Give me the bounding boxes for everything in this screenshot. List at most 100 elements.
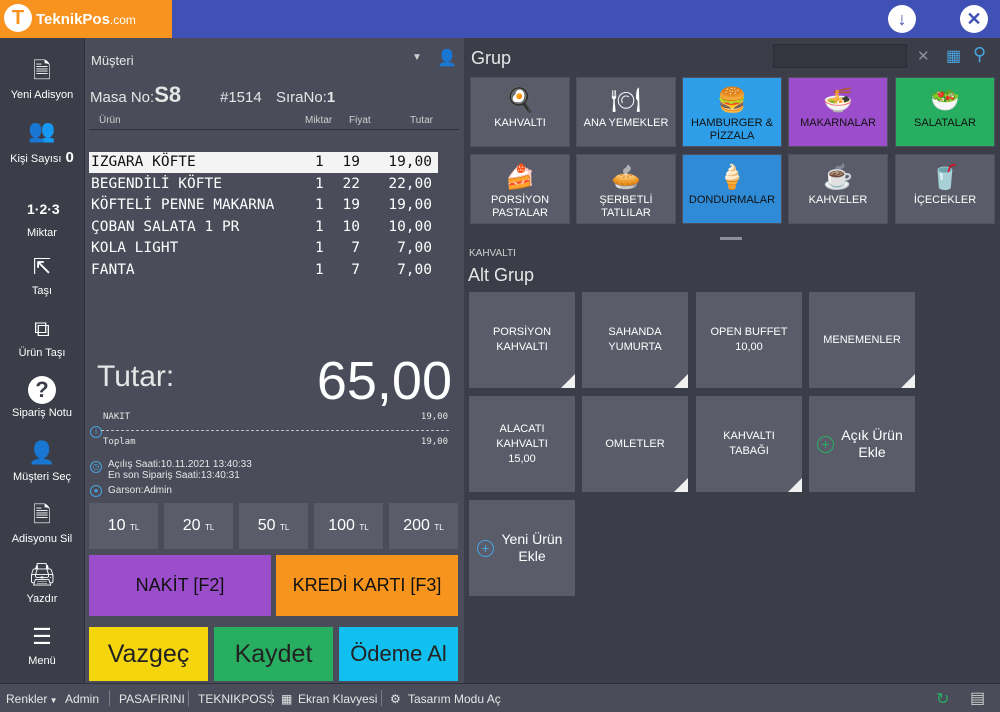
people-icon: 👥 <box>28 118 56 143</box>
quick-cash-button[interactable]: 100 TL <box>314 503 383 549</box>
subgroup-tile[interactable]: + Yeni Ürün Ekle <box>469 500 575 596</box>
colors-menu[interactable]: Renkler ▼ <box>6 692 58 706</box>
credit-card-payment-button[interactable]: KREDİ KARTI [F3] <box>276 555 458 616</box>
sidenav-item-new-document[interactable]: 🗎 Yeni Adisyon <box>0 56 84 118</box>
subgroup-tile[interactable]: MENEMENLER <box>809 292 915 388</box>
chevron-down-icon[interactable]: ▼ <box>412 52 422 63</box>
order-row[interactable]: IZGARA KÖFTE 1 19 19,00 <box>89 152 438 173</box>
ticket-panel: Müşteri ▼ 👤 Masa No:S8 #1514 SıraNo:1 Ür… <box>84 38 464 683</box>
waiter-icon: ● <box>90 485 102 497</box>
search-icon[interactable]: ⚲ <box>973 44 986 65</box>
keyboard-icon[interactable]: ▦ <box>281 692 292 706</box>
chevron-down-icon: ▼ <box>47 696 58 705</box>
quick-cash-button[interactable]: 200 TL <box>389 503 458 549</box>
subgroup-tile[interactable]: ALACATI KAHVALTI 15,00 <box>469 396 575 492</box>
close-icon[interactable]: ✕ <box>960 5 988 33</box>
order-row[interactable]: FANTA 1 7 7,00 <box>89 260 438 281</box>
group-tile[interactable]: ☕ KAHVELER <box>788 154 888 224</box>
sync-icon[interactable]: ↻ <box>936 689 949 709</box>
customer-label[interactable]: Müşteri <box>91 53 134 68</box>
burger-icon: 🍔 <box>717 87 747 114</box>
take-payment-button[interactable]: Ödeme Al <box>339 627 458 681</box>
order-row[interactable]: KOLA LIGHT 1 7 7,00 <box>89 238 438 259</box>
sidenav-label-text: Müşteri Seç <box>12 471 72 483</box>
group-tile[interactable]: 🍳 KAHVALTI <box>470 77 570 147</box>
plus-icon: + <box>477 540 494 557</box>
subgroup-tile-label: SAHANDA <box>608 326 662 338</box>
group-tile[interactable]: 🥤 İÇECEKLER <box>895 154 995 224</box>
salad-icon: 🥗 <box>930 87 960 114</box>
cancel-button[interactable]: Vazgeç <box>89 627 208 681</box>
order-item-name: IZGARA KÖFTE <box>91 154 196 170</box>
order-row[interactable]: BEGENDİLİ KÖFTE 1 22 22,00 <box>89 174 438 195</box>
order-row[interactable]: ÇOBAN SALATA 1 PR 1 10 10,00 <box>89 217 438 238</box>
quick-cash-button[interactable]: 10 TL <box>89 503 158 549</box>
download-icon[interactable]: ↓ <box>888 5 916 33</box>
order-item-name: KÖFTELİ PENNE MAKARNA <box>91 197 275 213</box>
group-tile[interactable]: 🥗 SALATALAR <box>895 77 995 147</box>
customer-search-icon[interactable]: 👤 <box>437 48 457 68</box>
cash-payment-button[interactable]: NAKİT [F2] <box>89 555 271 616</box>
dashed-divider <box>101 430 449 431</box>
cash-register-icon[interactable]: ▤ <box>970 688 985 708</box>
divider <box>381 690 382 706</box>
subgroup-tile[interactable]: SAHANDA YUMURTA <box>582 292 688 388</box>
subgroup-tile[interactable]: PORSİYON KAHVALTI <box>469 292 575 388</box>
sidenav-item-quantity[interactable]: 1·2·3 Miktar <box>0 194 84 256</box>
waiter-name: Garson:Admin <box>108 485 172 496</box>
group-tile[interactable]: 🥧 ŞERBETLİ TATLILAR <box>576 154 676 224</box>
user-name: Admin <box>65 692 100 706</box>
sidenav-label-text: Taşı <box>31 285 53 297</box>
sidenav-label: Yazdır <box>0 593 84 605</box>
info-icon: i <box>90 426 102 438</box>
group-tile[interactable]: 🍔 HAMBURGER & PİZZALA <box>682 77 782 147</box>
save-button[interactable]: Kaydet <box>214 627 333 681</box>
sidenav-item-printer[interactable]: 🖨 Yazdır <box>0 560 84 622</box>
design-mode-icon[interactable]: ⚙ <box>390 692 401 706</box>
clock-icon: ◷ <box>90 461 102 473</box>
screen-keyboard-button[interactable]: Ekran Klavyesi <box>298 692 377 706</box>
subgroup-tile-label: ALACATI <box>499 422 545 435</box>
sidenav-item-order-note[interactable]: ? Sipariş Notu <box>0 376 84 438</box>
resize-handle[interactable] <box>720 237 742 240</box>
subgroup-tile[interactable]: OPEN BUFFET 10,00 <box>696 292 802 388</box>
sidenav-item-menu[interactable]: ☰ Menü <box>0 622 84 684</box>
group-title: Grup <box>471 48 512 68</box>
sidenav-item-customer-select[interactable]: 👤 Müşteri Seç <box>0 438 84 500</box>
subgroup-tile[interactable]: OMLETLER <box>582 396 688 492</box>
quick-cash-button[interactable]: 20 TL <box>164 503 233 549</box>
subgroup-tile-label: TABAĞI <box>729 445 769 457</box>
search-input[interactable] <box>773 44 907 68</box>
divider <box>109 690 110 706</box>
cash-label: NAKIT <box>103 412 131 422</box>
order-item-price: 22 <box>342 175 360 192</box>
quick-cash-amount: 20 <box>182 517 201 534</box>
logo-text: TeknikPos.com <box>36 11 136 28</box>
order-item-price: 7 <box>351 261 360 278</box>
group-tile[interactable]: 🍜 MAKARNALAR <box>788 77 888 147</box>
sidenav-item-delete-document[interactable]: 🗎 Adisyonu Sil <box>0 500 84 562</box>
grid-view-icon[interactable]: ▦ <box>946 46 961 66</box>
subgroup-tile-label: Açık Ürün <box>841 427 903 443</box>
design-mode-button[interactable]: Tasarım Modu Aç <box>408 692 501 706</box>
group-tile[interactable]: 🍰 PORSİYON PASTALAR <box>470 154 570 224</box>
subgroup-tile[interactable]: + Açık Ürün Ekle <box>809 396 915 492</box>
sidenav-label: Sipariş Notu <box>0 407 84 419</box>
drink-icon: 🥤 <box>930 164 960 191</box>
sidenav-item-move-product[interactable]: ⧉ Ürün Taşı <box>0 314 84 376</box>
clear-search-icon[interactable]: ✕ <box>917 47 930 65</box>
quantity-icon: 1·2·3 <box>27 201 60 217</box>
sidenav-item-move[interactable]: ⇱ Taşı <box>0 252 84 314</box>
subgroup-tile[interactable]: KAHVALTI TABAĞI <box>696 396 802 492</box>
quick-cash-button[interactable]: 50 TL <box>239 503 308 549</box>
order-item-qty: 1 <box>315 175 324 192</box>
group-tile[interactable]: 🍦 DONDURMALAR <box>682 154 782 224</box>
order-row[interactable]: KÖFTELİ PENNE MAKARNA 1 19 19,00 <box>89 195 438 216</box>
selected-group-label: KAHVALTI <box>469 248 516 259</box>
group-tile-label: KAHVALTI <box>494 117 546 129</box>
group-tile[interactable]: 🍽 ANA YEMEKLER <box>576 77 676 147</box>
top-bar: T TeknikPos.com ↓ ✕ <box>0 0 1000 38</box>
order-item-price: 19 <box>342 197 360 213</box>
sidenav-item-people[interactable]: 👥 Kişi Sayısı 0 <box>0 116 84 178</box>
order-item-name: KOLA LIGHT <box>91 240 179 256</box>
